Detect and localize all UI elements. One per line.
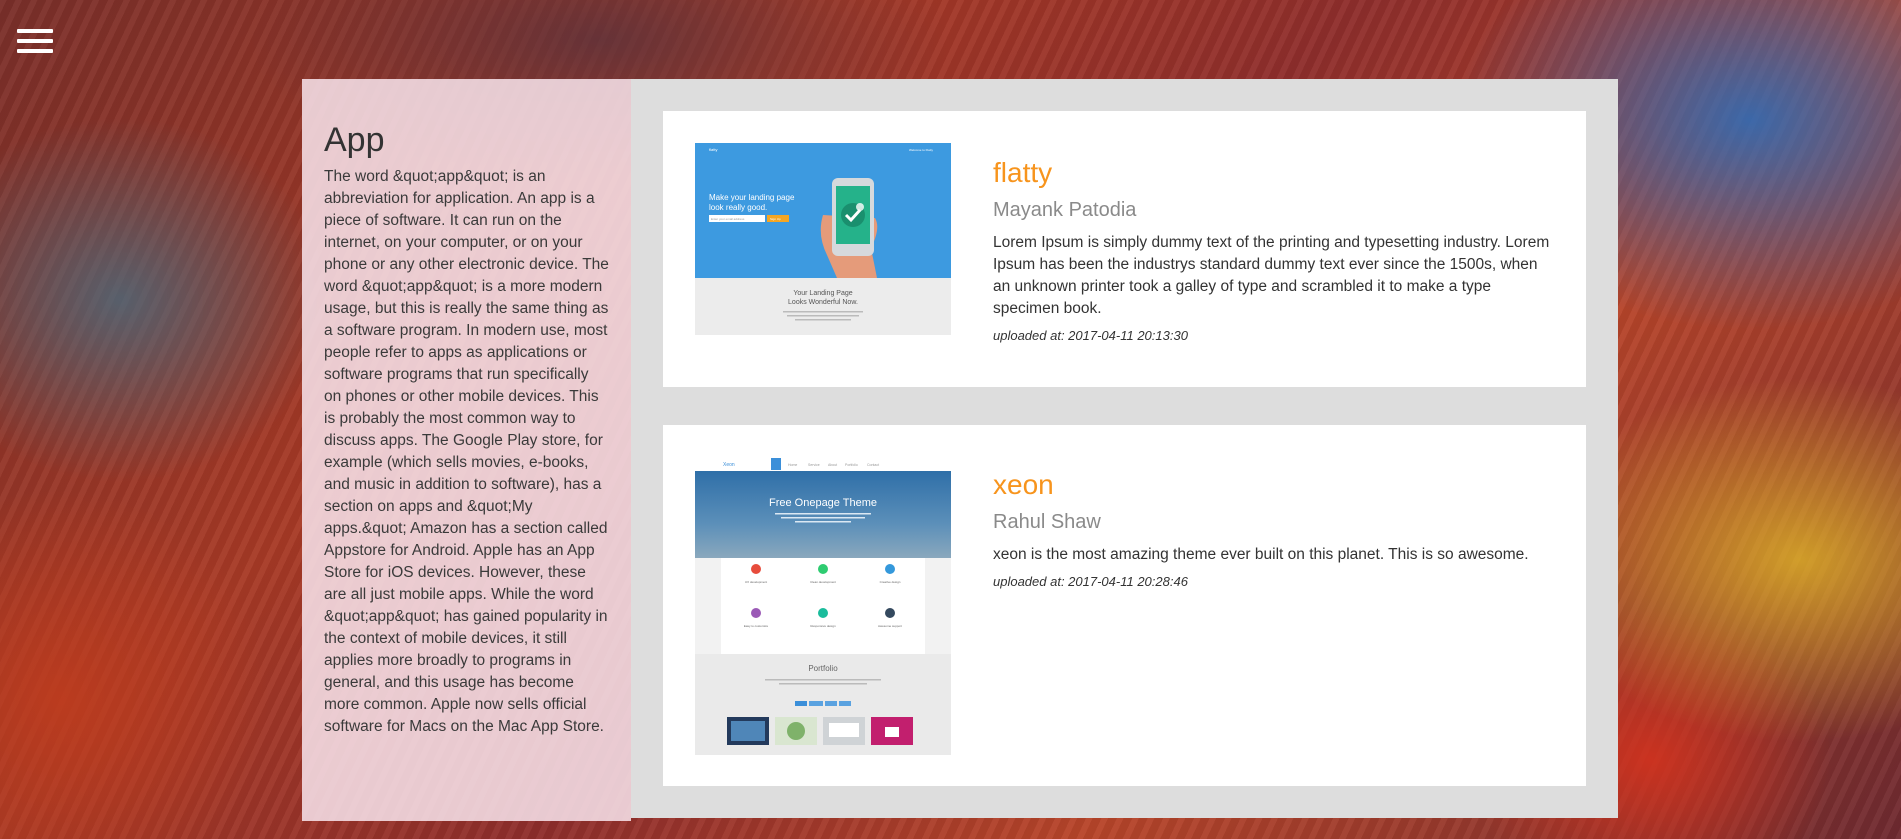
thumb-service: Awesome support — [878, 624, 902, 628]
thumb-service: UX development — [745, 580, 767, 584]
menu-bar — [17, 29, 53, 33]
app-card: flatty Welcome to Flatty Make your landi… — [663, 111, 1586, 387]
app-thumbnail[interactable]: Xeon Home Service About Portfolio Contac… — [695, 457, 951, 755]
thumb-service: Clean development — [810, 580, 836, 584]
app-info: xeon Rahul Shaw xeon is the most amazing… — [993, 469, 1556, 589]
thumb-input-placeholder: Enter your email address — [711, 217, 745, 221]
thumb-hero-line1: Make your landing page — [709, 193, 795, 202]
menu-bar — [17, 49, 53, 53]
thumb-service: Creative design — [880, 580, 901, 584]
thumb-footer-line1: Your Landing Page — [793, 290, 852, 297]
upload-timestamp: uploaded at: 2017-04-11 20:13:30 — [993, 328, 1188, 343]
thumb-nav-item: Service — [808, 463, 820, 467]
thumb-brand: flatty — [709, 147, 717, 152]
menu-bar — [17, 39, 53, 43]
thumb-service: Easy to customize — [744, 624, 769, 628]
thumb-hero-title: Free Onepage Theme — [769, 497, 877, 509]
sidebar: App The word &quot;app&quot; is an abbre… — [302, 79, 631, 821]
app-title-link[interactable]: xeon — [993, 469, 1556, 501]
thumb-nav-item: About — [828, 463, 837, 467]
thumb-nav-item: Portfolio — [845, 463, 858, 467]
app-title-link[interactable]: flatty — [993, 157, 1556, 189]
app-author: Rahul Shaw — [993, 511, 1101, 533]
thumb-portfolio-title: Portfolio — [808, 664, 838, 673]
thumb-service: Responsive design — [810, 624, 836, 628]
thumb-brand: Xeon — [723, 462, 735, 468]
app-description: Lorem Ipsum is simply dummy text of the … — [993, 234, 1550, 317]
app-list: flatty Welcome to Flatty Make your landi… — [631, 79, 1618, 818]
xeon-preview: Xeon Home Service About Portfolio Contac… — [695, 457, 951, 755]
app-info: flatty Mayank Patodia Lorem Ipsum is sim… — [993, 157, 1556, 343]
thumb-footer-line2: Looks Wonderful Now. — [788, 299, 858, 306]
hamburger-menu-icon[interactable] — [17, 29, 53, 55]
sidebar-title: App — [324, 121, 385, 159]
app-thumbnail[interactable]: flatty Welcome to Flatty Make your landi… — [695, 143, 951, 335]
flatty-preview: flatty Welcome to Flatty Make your landi… — [695, 143, 951, 335]
app-author: Mayank Patodia — [993, 199, 1137, 221]
sidebar-description: The word &quot;app&quot; is an abbreviat… — [324, 168, 609, 735]
thumb-nav-item: Contact — [867, 463, 879, 467]
upload-timestamp: uploaded at: 2017-04-11 20:28:46 — [993, 574, 1188, 589]
app-card: Xeon Home Service About Portfolio Contac… — [663, 425, 1586, 786]
app-description: xeon is the most amazing theme ever buil… — [993, 546, 1529, 563]
thumb-nav-item: Home — [788, 463, 797, 467]
thumb-hero-line2: look really good. — [709, 203, 767, 212]
thumb-button: Sign Up — [770, 217, 781, 221]
thumb-header-right: Welcome to Flatty — [909, 148, 933, 152]
